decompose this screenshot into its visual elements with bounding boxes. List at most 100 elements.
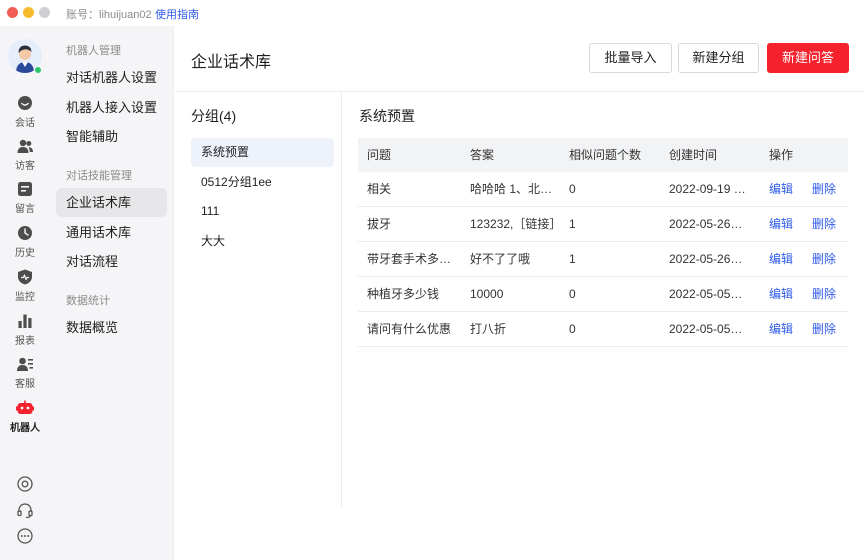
table-row: 带牙套手术多… 好不了了哦 1 2022-05-26… 编辑 删除 — [358, 242, 848, 277]
visitors-icon — [17, 139, 33, 153]
question-cell: 拔牙 — [367, 217, 392, 231]
table-row: 种植牙多少钱 10000 0 2022-05-05… 编辑 删除 — [358, 277, 848, 312]
rail-item-history[interactable]: 历史 — [0, 224, 50, 264]
rail-label: 访客 — [15, 161, 35, 172]
rail-label: 报表 — [15, 336, 35, 347]
question-cell: 种植牙多少钱 — [367, 287, 440, 301]
delete-link[interactable]: 删除 — [812, 277, 842, 311]
new-qa-button[interactable]: 新建问答 — [767, 43, 849, 73]
group-item[interactable]: 0512分组1ee — [191, 168, 334, 197]
new-group-button[interactable]: 新建分组 — [678, 43, 759, 73]
group-item[interactable]: 111 — [191, 197, 334, 226]
created-time-cell: 2022-05-26… — [669, 217, 743, 231]
delete-link[interactable]: 删除 — [812, 207, 842, 241]
column-header: 创建时间 — [669, 148, 718, 162]
answer-cell: 10000 — [470, 287, 504, 301]
created-time-cell: 2022-05-26… — [669, 252, 743, 266]
rail-item-visitors[interactable]: 访客 — [0, 137, 50, 177]
rail-label: 监控 — [15, 292, 35, 303]
edit-link[interactable]: 编辑 — [769, 312, 799, 346]
minimize-window-button[interactable] — [23, 7, 34, 18]
delete-link[interactable]: 删除 — [812, 172, 842, 206]
menu-heading: 数据统计 — [66, 295, 110, 307]
similar-count-cell: 0 — [569, 322, 576, 336]
answer-cell: 123232,［链接］ — [470, 217, 562, 231]
question-cell: 相关 — [367, 182, 392, 196]
rail-label: 会话 — [15, 118, 35, 129]
created-time-cell: 2022-05-05… — [669, 287, 743, 301]
group-item[interactable]: 系统预置 — [191, 138, 334, 167]
close-window-button[interactable] — [7, 7, 18, 18]
created-time-cell: 2022-05-05… — [669, 322, 743, 336]
title-bar: 账号：lihuijuan02 使用指南 — [0, 0, 864, 26]
menu-heading: 机器人管理 — [66, 45, 121, 57]
groups-title: 分组(4) — [191, 108, 237, 124]
robot-icon — [16, 400, 34, 414]
batch-import-button[interactable]: 批量导入 — [589, 43, 672, 73]
rail-item-message[interactable]: 留言 — [0, 180, 50, 220]
answer-cell: 好不了了哦 — [470, 252, 531, 266]
group-item[interactable]: 大大 — [191, 227, 334, 256]
headset-icon[interactable] — [16, 501, 34, 519]
table-row: 拔牙 123232,［链接］ 1 2022-05-26… 编辑 删除 — [358, 207, 848, 242]
report-icon — [18, 314, 32, 328]
question-cell: 请问有什么优惠 — [367, 322, 452, 336]
menu-item-robot-settings[interactable]: 对话机器人设置 — [56, 63, 167, 92]
online-status-dot — [34, 66, 42, 74]
chat-icon — [18, 96, 32, 110]
rail-item-agent[interactable]: 客服 — [0, 355, 50, 395]
icon-rail: 会话 访客 留言 历史 监控 报表 客服 机器人 — [0, 26, 50, 560]
similar-count-cell: 0 — [569, 287, 576, 301]
main-content: 企业话术库 批量导入 新建分组 新建问答 分组(4) 系统预置 0512分组1e… — [175, 26, 864, 560]
history-icon — [18, 226, 32, 240]
monitor-icon — [18, 269, 32, 285]
message-icon — [18, 182, 32, 196]
qa-table: 问题 答案 相似问题个数 创建时间 操作 相关 哈哈哈 1、北… 0 2022-… — [358, 138, 848, 347]
rail-item-report[interactable]: 报表 — [0, 312, 50, 352]
rail-label: 机器人 — [10, 423, 40, 434]
side-menu: 机器人管理 对话机器人设置 机器人接入设置 智能辅助 对话技能管理 企业话术库 … — [50, 26, 174, 560]
menu-heading: 对话技能管理 — [66, 170, 132, 182]
header-divider — [175, 91, 864, 92]
answer-cell: 哈哈哈 1、北… — [470, 182, 553, 196]
section-title: 系统预置 — [359, 108, 415, 124]
rail-label: 留言 — [15, 204, 35, 215]
edit-link[interactable]: 编辑 — [769, 242, 799, 276]
edit-link[interactable]: 编辑 — [769, 277, 799, 311]
question-cell: 带牙套手术多… — [367, 252, 452, 266]
panel-divider — [341, 92, 342, 507]
menu-item-common-scripts[interactable]: 通用话术库 — [56, 218, 167, 247]
column-header: 答案 — [470, 148, 495, 162]
zoom-window-button[interactable] — [39, 7, 50, 18]
edit-link[interactable]: 编辑 — [769, 207, 799, 241]
rail-label: 历史 — [15, 248, 35, 259]
table-header: 问题 答案 相似问题个数 创建时间 操作 — [358, 138, 848, 172]
column-header: 相似问题个数 — [569, 148, 642, 162]
answer-cell: 打八折 — [470, 322, 507, 336]
agent-icon — [17, 357, 33, 371]
column-header: 问题 — [367, 148, 392, 162]
menu-item-data-overview[interactable]: 数据概览 — [56, 313, 167, 342]
menu-item-dialog-flow[interactable]: 对话流程 — [56, 247, 167, 276]
created-time-cell: 2022-09-19 … — [669, 182, 746, 196]
rail-item-monitor[interactable]: 监控 — [0, 268, 50, 308]
menu-item-enterprise-scripts[interactable]: 企业话术库 — [56, 188, 167, 217]
rail-label: 客服 — [15, 379, 35, 390]
menu-item-robot-access[interactable]: 机器人接入设置 — [56, 93, 167, 122]
delete-link[interactable]: 删除 — [812, 312, 842, 346]
rail-item-robot[interactable]: 机器人 — [0, 399, 50, 439]
settings-icon[interactable] — [16, 475, 34, 493]
user-guide-link[interactable]: 使用指南 — [155, 6, 199, 22]
edit-link[interactable]: 编辑 — [769, 172, 799, 206]
similar-count-cell: 1 — [569, 252, 576, 266]
delete-link[interactable]: 删除 — [812, 242, 842, 276]
rail-item-chat[interactable]: 会话 — [0, 94, 50, 134]
menu-item-smart-assist[interactable]: 智能辅助 — [56, 122, 167, 151]
account-label: 账号：lihuijuan02 — [66, 9, 152, 21]
column-header: 操作 — [769, 148, 794, 162]
table-row: 相关 哈哈哈 1、北… 0 2022-09-19 … 编辑 删除 — [358, 172, 848, 207]
similar-count-cell: 1 — [569, 217, 576, 231]
more-icon[interactable] — [16, 527, 34, 545]
table-row: 请问有什么优惠 打八折 0 2022-05-05… 编辑 删除 — [358, 312, 848, 347]
page-title: 企业话术库 — [191, 54, 272, 71]
